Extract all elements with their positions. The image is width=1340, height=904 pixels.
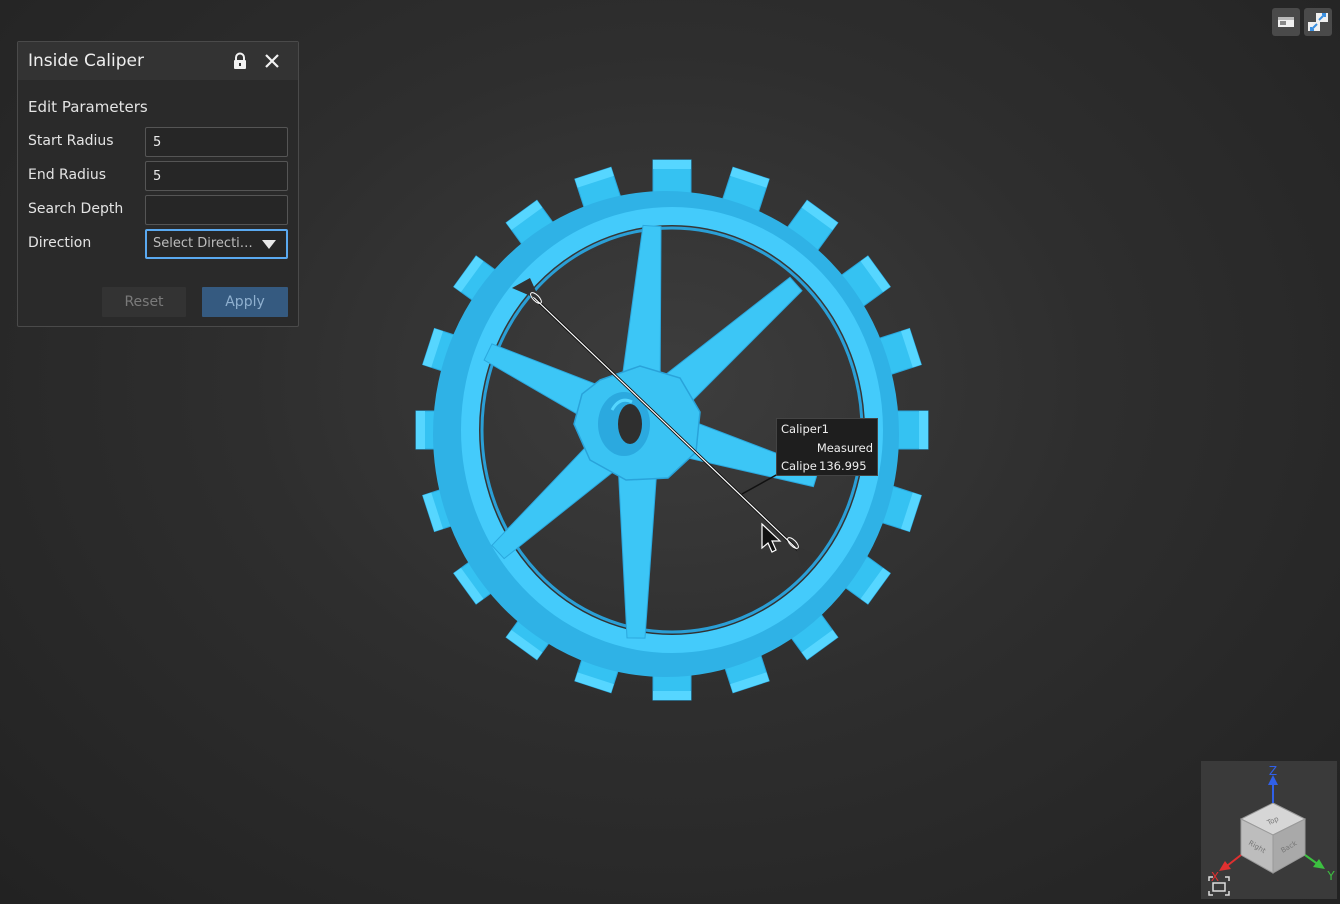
caliper-row-value: 136.995 <box>819 459 867 473</box>
navigation-cube[interactable]: Top Right Back Z X Y <box>1201 761 1337 899</box>
lock-icon[interactable] <box>231 52 249 70</box>
caliper-name: Caliper1 <box>781 422 829 436</box>
caliper-label-tooltip[interactable]: Caliper1 Measured Caliper 136.995 <box>776 418 878 476</box>
search-depth-label: Search Depth <box>28 201 124 217</box>
search-depth-row: Search Depth <box>28 195 290 225</box>
caliper-row-label: Caliper <box>781 459 817 473</box>
chevron-down-icon <box>262 240 276 249</box>
switch-view-button[interactable] <box>1304 8 1332 36</box>
start-radius-row: Start Radius <box>28 127 290 157</box>
panel-header: Inside Caliper <box>18 42 298 80</box>
view-layout-button[interactable] <box>1272 8 1300 36</box>
axis-z-label: Z <box>1269 764 1277 778</box>
direction-row: Direction Select Direction <box>28 229 290 259</box>
direction-label: Direction <box>28 235 92 251</box>
close-icon[interactable] <box>263 52 281 70</box>
direction-select-value: Select Direction <box>153 236 253 251</box>
mouse-cursor-icon <box>761 522 782 553</box>
end-radius-label: End Radius <box>28 167 106 183</box>
axis-y-label: Y <box>1326 869 1335 883</box>
swap-windows-icon <box>1308 13 1328 31</box>
direction-select[interactable]: Select Direction <box>145 229 288 259</box>
section-title: Edit Parameters <box>28 98 148 116</box>
search-depth-input[interactable] <box>145 195 288 225</box>
end-radius-input[interactable] <box>145 161 288 191</box>
start-radius-label: Start Radius <box>28 133 114 149</box>
inside-caliper-panel: Inside Caliper Edit Parameters Start Rad… <box>17 41 299 327</box>
panel-title: Inside Caliper <box>28 51 144 71</box>
window-icon <box>1278 17 1294 27</box>
apply-button[interactable]: Apply <box>202 287 288 317</box>
measured-header: Measured <box>816 441 873 455</box>
start-radius-input[interactable] <box>145 127 288 157</box>
reset-button[interactable]: Reset <box>102 287 186 317</box>
navigation-cube-graphic[interactable]: Top Right Back Z X Y <box>1201 761 1337 899</box>
end-radius-row: End Radius <box>28 161 290 191</box>
